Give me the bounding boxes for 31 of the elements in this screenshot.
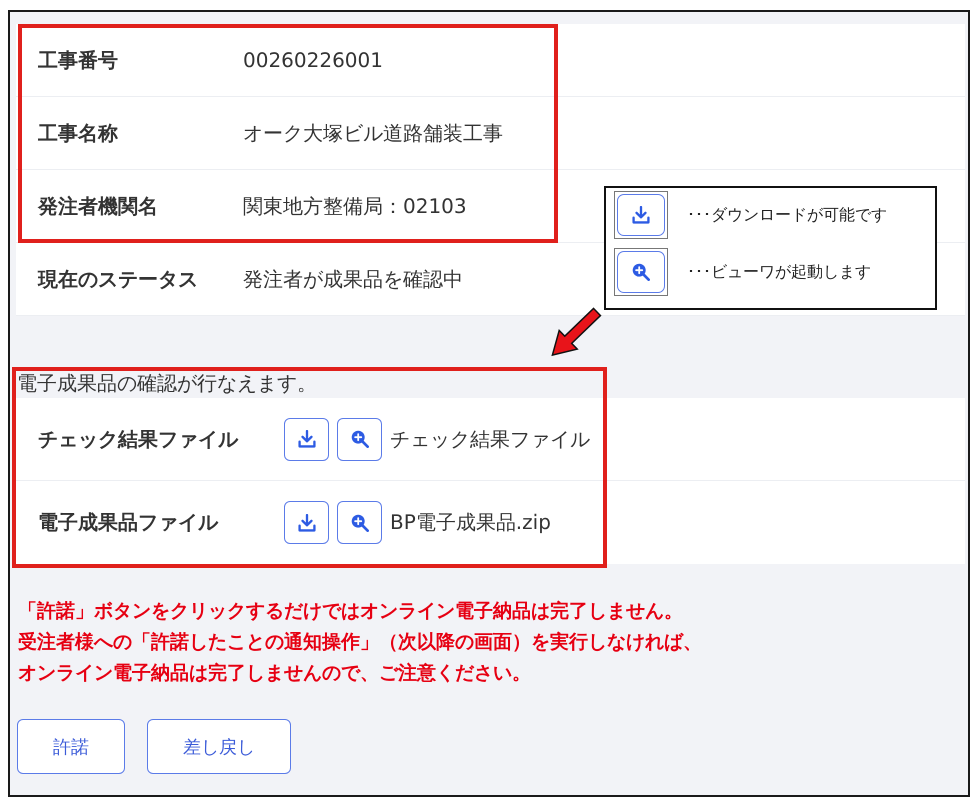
field-value: オーク大塚ビル道路舗装工事 — [243, 120, 503, 146]
warning-text: 「許諾」ボタンをクリックするだけではオンライン電子納品は完了しません。 — [18, 599, 683, 624]
approve-button[interactable]: 許諾 — [17, 719, 125, 774]
zoom-in-icon — [350, 514, 368, 532]
warning-text: 受注者様への「許諾したことの通知操作」（次以降の画面）を実行しなければ、 — [18, 630, 702, 655]
field-label: 発注者機関名 — [38, 192, 159, 220]
note-text: 電子成果品の確認が行なえます。 — [17, 371, 317, 395]
callout-arrow — [551, 307, 602, 356]
download-icon — [614, 191, 668, 239]
field-label: 現在のステータス — [38, 266, 199, 292]
field-value: 関東地方整備局：02103 — [243, 192, 467, 220]
download-icon — [298, 430, 316, 448]
download-button[interactable] — [284, 418, 329, 460]
view-button[interactable] — [337, 501, 382, 544]
file-name: チェック結果ファイル — [390, 426, 590, 452]
field-label: 工事名称 — [38, 120, 119, 146]
return-button[interactable]: 差し戻し — [147, 719, 291, 774]
field-label: 工事番号 — [38, 46, 119, 74]
view-button[interactable] — [337, 418, 382, 460]
field-value: 発注者が成果品を確認中 — [243, 266, 463, 292]
download-icon — [298, 514, 316, 532]
file-label: 電子成果品ファイル — [38, 509, 220, 536]
zoom-in-icon — [350, 430, 368, 448]
file-name: BP電子成果品.zip — [390, 509, 551, 536]
zoom-in-icon — [614, 248, 668, 296]
legend-text: ･･･ビューワが起動します — [687, 262, 871, 282]
download-button[interactable] — [284, 501, 329, 544]
field-value: 00260226001 — [243, 48, 383, 72]
legend-text: ･･･ダウンロードが可能です — [687, 206, 887, 226]
file-label: チェック結果ファイル — [38, 426, 240, 452]
warning-text: オンライン電子納品は完了しませんので、ご注意ください。 — [18, 661, 531, 686]
